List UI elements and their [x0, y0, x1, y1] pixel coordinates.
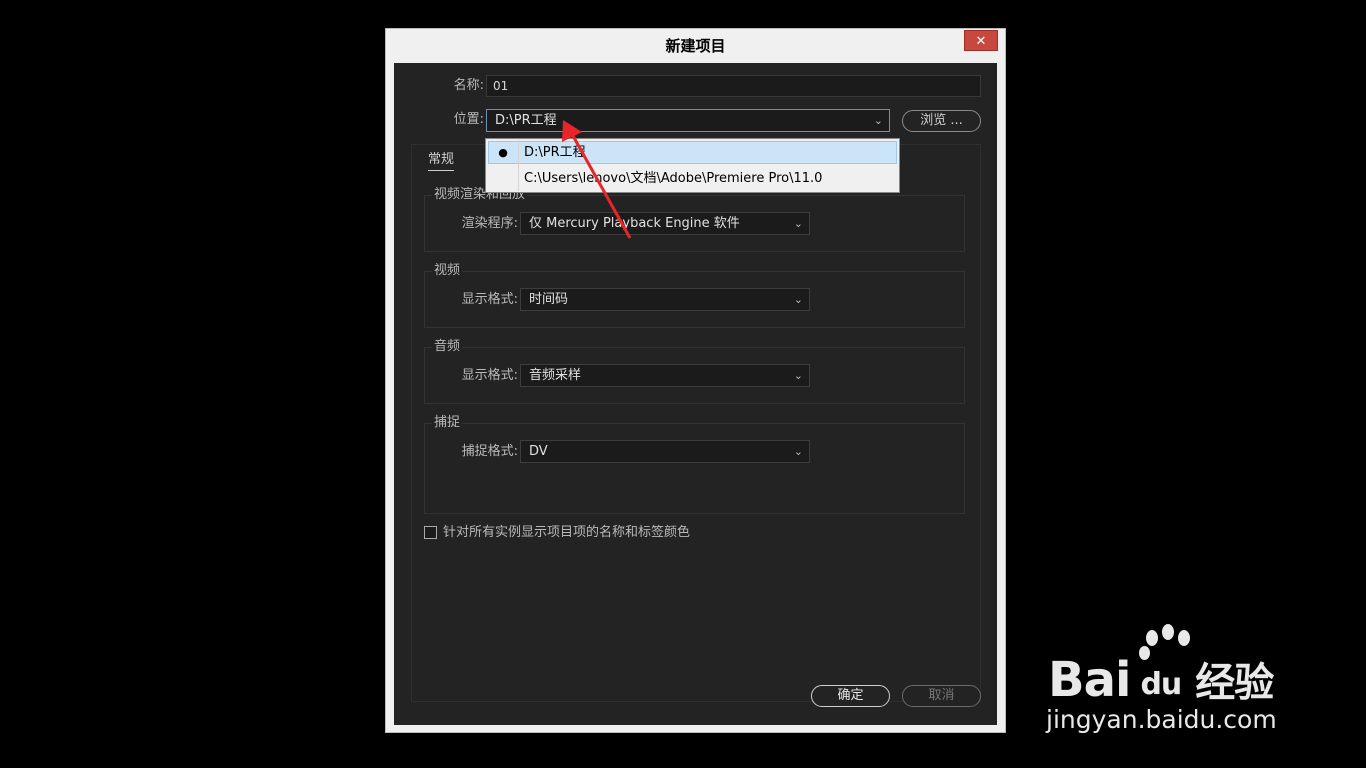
video-format-value: 时间码 — [529, 292, 569, 307]
renderer-value: 仅 Mercury Playback Engine 软件 — [529, 216, 740, 231]
capture-format-select[interactable]: DV ⌄ — [520, 440, 810, 463]
capture-group-title: 捕捉 — [432, 415, 463, 431]
chevron-down-icon: ⌄ — [793, 369, 803, 382]
dropdown-divider — [518, 140, 519, 191]
show-names-checkbox[interactable] — [424, 526, 437, 539]
location-label: 位置: — [453, 112, 484, 127]
renderer-label: 渲染程序: — [461, 216, 518, 231]
audio-format-select[interactable]: 音频采样 ⌄ — [520, 364, 810, 387]
dropdown-item-label: D:\PR工程 — [524, 145, 586, 160]
audio-group-title: 音频 — [432, 339, 463, 355]
video-format-select[interactable]: 时间码 ⌄ — [520, 288, 810, 311]
name-label: 名称: — [453, 78, 484, 93]
ok-button[interactable]: 确定 — [811, 685, 890, 707]
location-dropdown-list: ● D:\PR工程 C:\Users\lenovo\文档\Adobe\Premi… — [485, 138, 900, 193]
logo-jingyan: 经验 — [1195, 660, 1274, 706]
show-names-checkbox-label: 针对所有实例显示项目项的名称和标签颜色 — [443, 525, 691, 540]
watermark-url: jingyan.baidu.com — [1046, 705, 1277, 734]
audio-format-label: 显示格式: — [461, 368, 518, 383]
baidu-jingyan-logo: Bai du 经验 — [1048, 650, 1309, 708]
close-button[interactable]: ✕ — [964, 30, 998, 51]
name-input[interactable]: 01 — [486, 75, 981, 97]
logo-bai: Bai — [1048, 652, 1131, 708]
selected-bullet-icon: ● — [498, 146, 508, 159]
capture-format-value: DV — [529, 444, 548, 459]
paw-icon — [1146, 630, 1158, 646]
chevron-down-icon: ⌄ — [793, 445, 803, 458]
paw-icon — [1139, 646, 1150, 660]
chevron-down-icon: ⌄ — [793, 217, 803, 230]
dropdown-item-label: C:\Users\lenovo\文档\Adobe\Premiere Pro\11… — [524, 171, 823, 186]
cancel-button[interactable]: 取消 — [902, 685, 981, 707]
video-format-label: 显示格式: — [461, 292, 518, 307]
audio-format-value: 音频采样 — [529, 368, 582, 383]
dialog-title: 新建项目 — [665, 37, 726, 55]
paw-icon — [1162, 624, 1174, 640]
chevron-down-icon: ⌄ — [873, 114, 883, 127]
location-combo[interactable]: D:\PR工程 ⌄ — [486, 109, 890, 132]
video-group-title: 视频 — [432, 263, 463, 279]
dropdown-item-recent-2[interactable]: C:\Users\lenovo\文档\Adobe\Premiere Pro\11… — [486, 166, 899, 191]
chevron-down-icon: ⌄ — [793, 293, 803, 306]
renderer-select[interactable]: 仅 Mercury Playback Engine 软件 ⌄ — [520, 212, 810, 235]
capture-group — [424, 423, 965, 514]
new-project-dialog: 新建项目 ✕ 名称: 01 位置: D:\PR工程 ⌄ 浏览 ... 常规 视频… — [385, 28, 1006, 733]
location-value: D:\PR工程 — [495, 113, 557, 128]
capture-format-label: 捕捉格式: — [461, 444, 518, 459]
logo-du: du — [1140, 667, 1182, 702]
tab-general[interactable]: 常规 — [428, 150, 455, 171]
paw-icon — [1178, 630, 1190, 646]
browse-button[interactable]: 浏览 ... — [902, 110, 981, 132]
dropdown-item-recent-1[interactable]: ● D:\PR工程 — [486, 140, 899, 165]
